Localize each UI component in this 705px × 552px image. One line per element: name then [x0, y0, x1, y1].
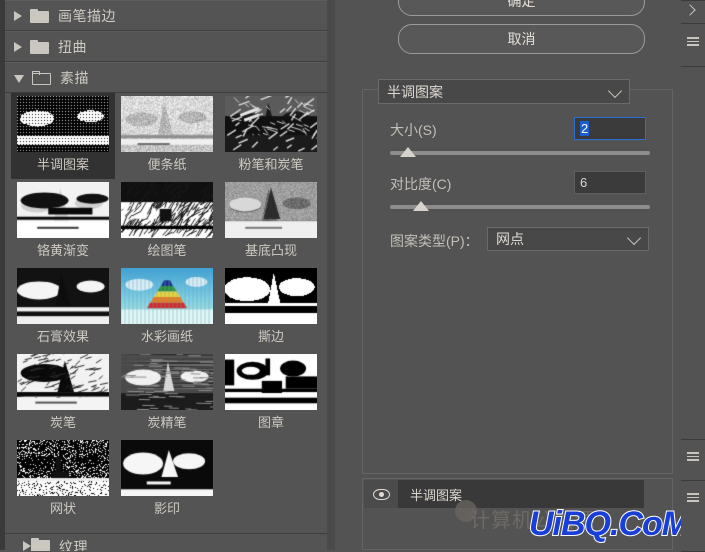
filter-thumb-label: 炭笔 [11, 412, 115, 431]
filter-thumb-12[interactable]: 图章 [219, 351, 323, 437]
filter-thumbnail-image [17, 182, 109, 238]
filter-thumb-label: 绘图笔 [115, 240, 219, 259]
filter-thumb-2[interactable]: 便条纸 [115, 93, 219, 179]
filter-thumb-label: 图章 [219, 412, 323, 431]
pattern-type-select[interactable]: 网点 [487, 227, 649, 251]
panel-menu-icon[interactable] [687, 493, 699, 502]
filter-thumb-3[interactable]: 粉笔和炭笔 [219, 93, 323, 179]
pattern-type-label: 图案类型(P)： [390, 231, 479, 251]
filter-thumb-label: 炭精笔 [115, 412, 219, 431]
folder-icon [31, 538, 50, 551]
category-label: 扭曲 [58, 37, 87, 57]
chevron-down-icon [627, 231, 641, 245]
filter-thumb-6[interactable]: 基底凸现 [219, 179, 323, 265]
filter-thumb-label: 影印 [115, 498, 219, 517]
panel-menu-icon[interactable] [687, 37, 699, 46]
filter-gallery-panel: 画笔描边 扭曲 素描 半调图案 便条纸 粉笔和炭笔铬黄渐变 绘图笔 基底凸现石膏效果 水彩… [5, 0, 327, 550]
filter-thumb-label: 网状 [11, 498, 115, 517]
category-row-0[interactable]: 画笔描边 [5, 0, 327, 31]
size-slider-thumb[interactable] [400, 147, 416, 157]
filter-thumb-label: 基底凸现 [219, 240, 323, 259]
filter-thumbnail-image [17, 354, 109, 410]
filter-thumb-label: 半调图案 [11, 154, 115, 173]
category-row-1[interactable]: 扭曲 [5, 31, 327, 62]
filter-thumb-5[interactable]: 绘图笔 [115, 179, 219, 265]
eye-icon [373, 489, 390, 500]
disclosure-triangle-open-icon[interactable] [14, 75, 24, 83]
contrast-slider-thumb[interactable] [413, 201, 429, 211]
filter-thumb-label: 石膏效果 [11, 326, 115, 345]
filter-thumb-label: 水彩画纸 [115, 326, 219, 345]
filter-thumb-11[interactable]: 炭精笔 [115, 351, 219, 437]
filter-thumb-13[interactable]: 网状 [11, 437, 115, 523]
category-label: 纹理 [59, 537, 88, 551]
chevron-down-icon [608, 83, 622, 97]
filter-thumbnail-image [121, 182, 213, 238]
filter-thumbnail-image [121, 354, 213, 410]
gallery-gutter [335, 0, 357, 550]
dock-segment-2[interactable] [681, 66, 705, 440]
filter-thumbnail-image [17, 440, 109, 496]
category-row-2[interactable]: 素描 [5, 62, 327, 93]
site-watermark: UiBQ.CoM [529, 505, 689, 544]
filter-thumbnail-image [225, 268, 317, 324]
filter-thumb-14[interactable]: 影印 [115, 437, 219, 523]
gallery-scrollbar[interactable] [327, 0, 335, 550]
panel-menu-icon[interactable] [687, 452, 699, 461]
dock-segment-4[interactable] [681, 480, 705, 552]
filter-thumb-1[interactable]: 半调图案 [11, 93, 115, 179]
filter-thumbnail-image [17, 268, 109, 324]
cancel-button[interactable]: 取消 [398, 24, 645, 54]
filter-thumb-label: 粉笔和炭笔 [219, 154, 323, 173]
contrast-label: 对比度(C) [390, 174, 451, 194]
disclosure-triangle-closed-icon[interactable] [14, 11, 22, 21]
filter-thumb-4[interactable]: 铬黄渐变 [11, 179, 115, 265]
size-input-value: 2 [580, 121, 589, 136]
size-input[interactable]: 2 [574, 117, 646, 140]
filter-thumbnail-image [225, 182, 317, 238]
filter-thumbnail-image [225, 354, 317, 410]
filter-thumbnail-image [225, 96, 317, 152]
filter-thumbnail-image [17, 96, 109, 152]
contrast-input[interactable]: 6 [574, 171, 646, 194]
ok-button[interactable]: 确定 [398, 0, 645, 16]
filter-thumbnail-image [121, 440, 213, 496]
filter-thumb-8[interactable]: 水彩画纸 [115, 265, 219, 351]
filter-select-value: 半调图案 [387, 82, 443, 102]
contrast-input-value: 6 [580, 175, 587, 190]
folder-icon [30, 9, 49, 23]
size-label: 大小(S) [390, 120, 437, 140]
category-label: 画笔描边 [58, 6, 116, 26]
category-label: 素描 [60, 68, 89, 88]
filter-thumb-7[interactable]: 石膏效果 [11, 265, 115, 351]
pattern-type-value: 网点 [496, 229, 524, 249]
layer-name: 半调图案 [410, 485, 462, 504]
layer-visibility-toggle[interactable] [364, 480, 398, 508]
folder-open-icon [32, 71, 51, 85]
category-row-3[interactable]: 纹理 [5, 533, 327, 551]
size-slider[interactable] [390, 151, 650, 155]
filter-thumb-10[interactable]: 炭笔 [11, 351, 115, 437]
filter-thumb-label: 铬黄渐变 [11, 240, 115, 259]
folder-icon [30, 40, 49, 54]
filter-thumb-9[interactable]: 撕边 [219, 265, 323, 351]
filter-thumb-label: 撕边 [219, 326, 323, 345]
filter-thumbnail-image [121, 96, 213, 152]
disclosure-triangle-closed-icon[interactable] [14, 42, 22, 52]
filter-thumb-label: 便条纸 [115, 154, 219, 173]
contrast-slider[interactable] [390, 205, 650, 209]
filter-thumbnail-image [121, 268, 213, 324]
filter-select[interactable]: 半调图案 [378, 79, 630, 104]
